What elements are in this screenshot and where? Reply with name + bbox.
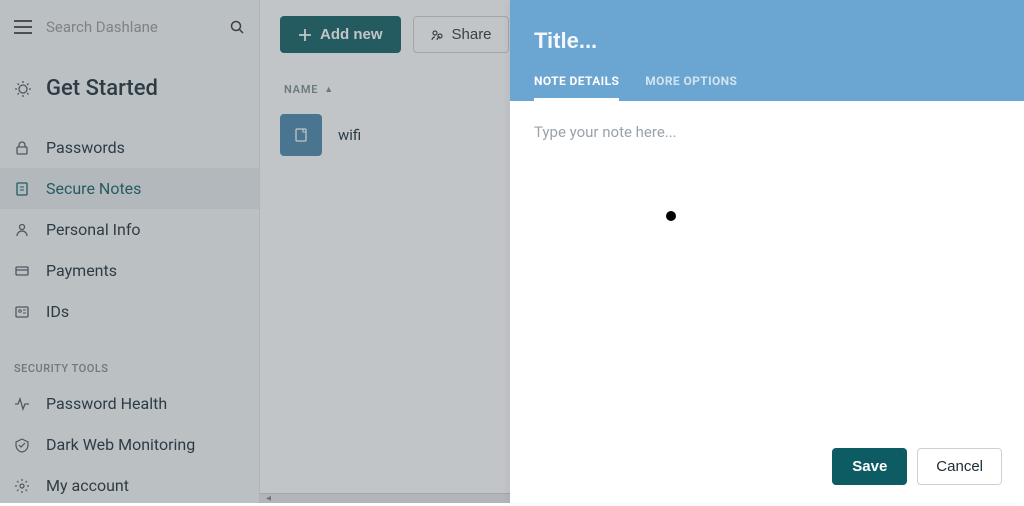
cursor-dot bbox=[666, 211, 676, 221]
tab-note-details[interactable]: NOTE DETAILS bbox=[534, 74, 619, 101]
editor-footer: Save Cancel bbox=[510, 434, 1024, 503]
note-tile-icon bbox=[280, 114, 322, 156]
radar-icon bbox=[14, 437, 32, 453]
nav-get-started-label: Get Started bbox=[46, 76, 158, 101]
share-icon bbox=[430, 28, 444, 42]
nav-get-started[interactable]: Get Started bbox=[0, 66, 259, 111]
sidebar: Search Dashlane Get Started Pa bbox=[0, 0, 260, 503]
note-icon bbox=[14, 181, 32, 197]
share-label: Share bbox=[452, 26, 492, 43]
nav-item-label: IDs bbox=[46, 302, 69, 321]
nav-item-passwords[interactable]: Passwords bbox=[0, 127, 259, 168]
lightbulb-icon bbox=[14, 80, 32, 98]
add-new-button[interactable]: Add new bbox=[280, 16, 401, 53]
card-icon bbox=[14, 263, 32, 279]
gear-icon bbox=[14, 478, 32, 494]
nav-item-label: Dark Web Monitoring bbox=[46, 435, 195, 454]
sort-asc-icon: ▲ bbox=[324, 84, 334, 95]
nav-item-label: Passwords bbox=[46, 138, 125, 157]
nav-item-my-account[interactable]: My account bbox=[0, 465, 259, 506]
id-icon bbox=[14, 304, 32, 320]
column-header-label: NAME bbox=[284, 83, 318, 96]
cancel-button[interactable]: Cancel bbox=[917, 448, 1002, 485]
nav-section-label: SECURITY TOOLS bbox=[0, 332, 259, 383]
nav-item-label: Secure Notes bbox=[46, 179, 141, 198]
note-editor-panel: NOTE DETAILS MORE OPTIONS Save Cancel bbox=[510, 0, 1024, 503]
search-placeholder: Search Dashlane bbox=[46, 18, 158, 36]
share-button[interactable]: Share bbox=[413, 16, 509, 53]
nav-item-label: Payments bbox=[46, 261, 117, 280]
menu-icon[interactable] bbox=[14, 20, 32, 34]
plus-icon bbox=[298, 28, 312, 42]
add-new-label: Add new bbox=[320, 26, 383, 43]
chevron-left-icon: ◂ bbox=[266, 493, 271, 504]
tab-more-options[interactable]: MORE OPTIONS bbox=[645, 74, 737, 101]
note-name: wifi bbox=[338, 126, 361, 144]
pulse-icon bbox=[14, 396, 32, 412]
note-title-input[interactable] bbox=[534, 28, 1000, 54]
nav-item-password-health[interactable]: Password Health bbox=[0, 383, 259, 424]
search-input[interactable]: Search Dashlane bbox=[46, 18, 245, 36]
search-icon bbox=[230, 20, 245, 35]
nav-item-secure-notes[interactable]: Secure Notes bbox=[0, 168, 259, 209]
nav-item-ids[interactable]: IDs bbox=[0, 291, 259, 332]
lock-icon bbox=[14, 140, 32, 156]
nav-item-payments[interactable]: Payments bbox=[0, 250, 259, 291]
nav-item-label: Personal Info bbox=[46, 220, 141, 239]
editor-body bbox=[510, 101, 1024, 434]
save-button[interactable]: Save bbox=[832, 448, 907, 485]
nav-item-label: My account bbox=[46, 476, 129, 495]
note-body-textarea[interactable] bbox=[534, 123, 1000, 412]
editor-header: NOTE DETAILS MORE OPTIONS bbox=[510, 0, 1024, 101]
nav-item-personal-info[interactable]: Personal Info bbox=[0, 209, 259, 250]
nav-item-label: Password Health bbox=[46, 394, 167, 413]
person-icon bbox=[14, 222, 32, 238]
nav-item-dark-web[interactable]: Dark Web Monitoring bbox=[0, 424, 259, 465]
